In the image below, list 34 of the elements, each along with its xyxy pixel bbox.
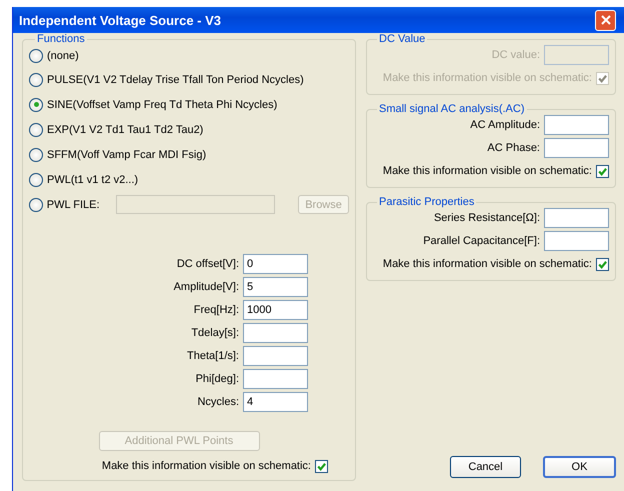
input-field[interactable]: 0 [243, 254, 308, 274]
window-title: Independent Voltage Source - V3 [19, 12, 222, 28]
group-title: Functions [36, 33, 86, 45]
radio-label: (none) [47, 50, 79, 62]
field-label: Ncycles: [197, 396, 239, 408]
checkbox-label: Make this information visible on schematic: [382, 165, 592, 177]
radio-label: PULSE(V1 V2 Tdelay Trise Tfall Ton Period Ncycles) [47, 74, 304, 86]
field-label: Tdelay[s]: [191, 327, 239, 339]
group-title: Small signal AC analysis(.AC) [378, 103, 526, 115]
radio-label: EXP(V1 V2 Td1 Tau1 Td2 Tau2) [47, 124, 204, 136]
field-label: Amplitude[V]: [174, 281, 239, 293]
field-label: Freq[Hz]: [194, 304, 239, 316]
field-label: AC Amplitude: [470, 119, 540, 131]
radio-label: SFFM(Voff Vamp Fcar MDI Fsig) [47, 148, 206, 160]
checkbox-label: Make this information visible on schematic: [382, 258, 592, 270]
radio-label: SINE(Voffset Vamp Freq Td Theta Phi Ncycles) [47, 98, 278, 110]
field-label: AC Phase: [487, 142, 540, 154]
radio-label: PWL(t1 v1 t2 v2...) [47, 174, 138, 186]
input-field[interactable]: 4 [243, 392, 308, 412]
radio-label: PWL FILE: [46, 198, 100, 210]
field-label: Series Resistance[Ω]: [434, 212, 540, 224]
group-title: Parasitic Properties [378, 196, 476, 208]
group-title: DC Value [378, 33, 426, 45]
input-field[interactable]: 1000 [243, 300, 308, 320]
dialog-button[interactable]: Cancel [450, 456, 521, 478]
dialog-button[interactable]: OK [543, 456, 616, 478]
field-label: DC value: [492, 49, 540, 61]
checkbox-label: Make this information visible on schematic: [382, 72, 592, 84]
field-label: DC offset[V]: [176, 258, 239, 270]
field-label: Parallel Capacitance[F]: [423, 235, 540, 247]
checkbox-label: Make this information visible on schematic: [102, 460, 311, 472]
input-field[interactable]: 5 [243, 277, 308, 297]
field-label: Theta[1/s]: [187, 350, 239, 362]
field-label: Phi[deg]: [196, 373, 239, 385]
